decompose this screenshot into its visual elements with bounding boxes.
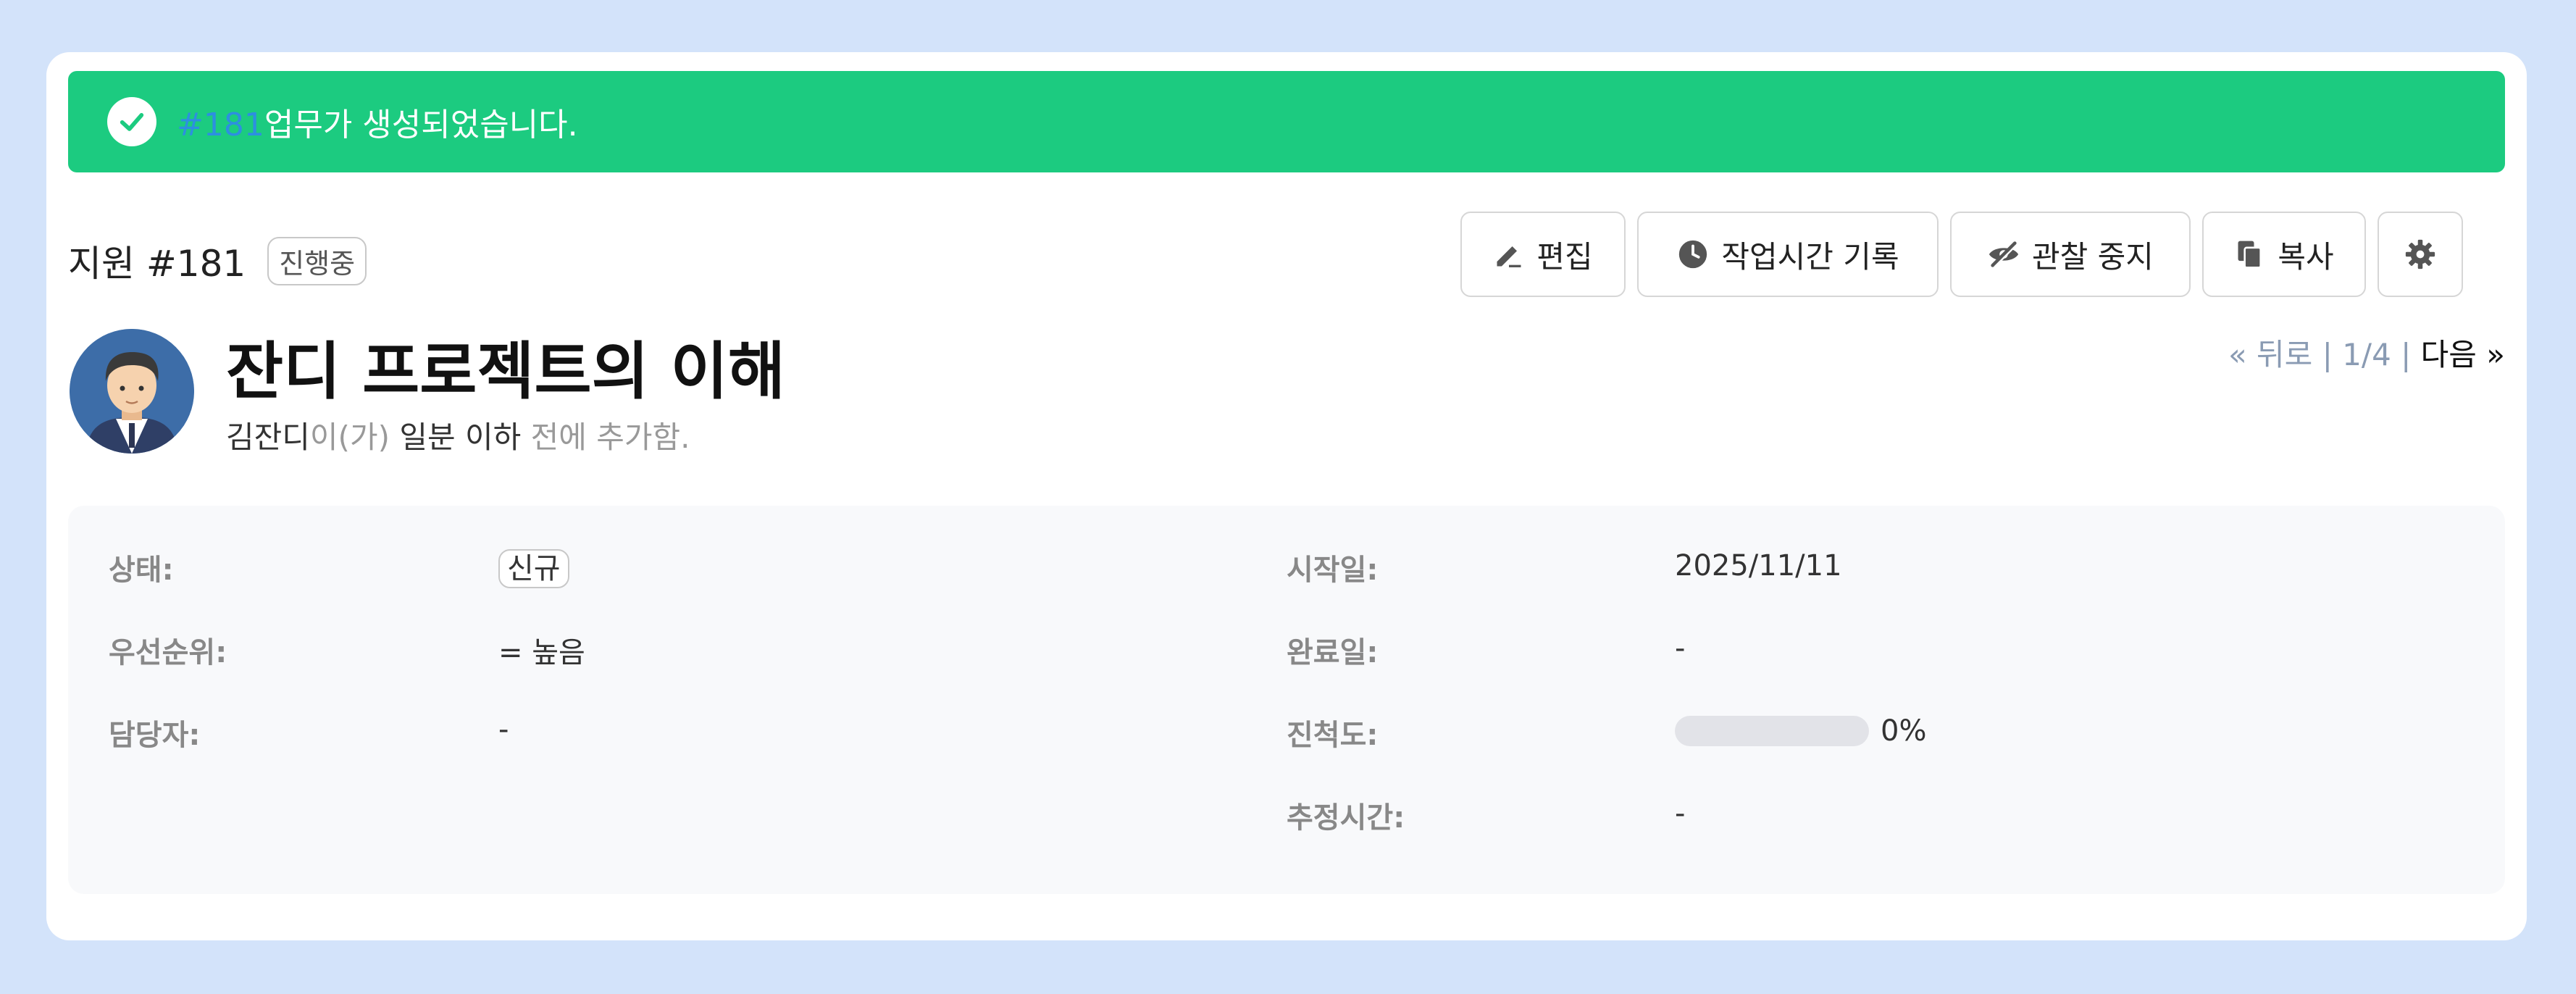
status-value: 신규 <box>498 545 569 588</box>
estimated-time-label: 추정시간: <box>1287 801 1405 835</box>
due-date-value: - <box>1675 632 1686 665</box>
pager-separator: | <box>2322 337 2333 372</box>
start-date-value: 2025/11/11 <box>1675 549 1842 582</box>
assignee-label: 담당자: <box>109 719 201 752</box>
progress-value: 0% <box>1881 714 1927 748</box>
unwatch-button[interactable]: 관찰 중지 <box>1950 212 2191 297</box>
gear-icon <box>2405 239 2435 270</box>
author-line: 김잔디이(가) 일분 이하 전에 추가함. <box>226 413 690 457</box>
estimated-time-value: - <box>1675 797 1686 830</box>
status-badge: 진행중 <box>267 236 367 285</box>
due-date-label: 완료일: <box>1287 636 1379 669</box>
progress-label: 진척도: <box>1287 719 1379 752</box>
priority-label: 우선순위: <box>109 636 227 669</box>
eye-slash-icon <box>1989 241 2019 268</box>
copy-icon <box>2238 241 2262 269</box>
flash-notice: #181업무가 생성되었습니다. <box>68 71 2505 172</box>
assignee-value: - <box>498 713 509 746</box>
priority-value: = 높음 <box>498 636 585 669</box>
pager-separator: | <box>2401 337 2412 372</box>
issue-pager: « 뒤로 | 1/4 | 다음 » <box>2228 330 2505 375</box>
author-name[interactable]: 김잔디 <box>226 419 310 455</box>
edit-button[interactable]: 편집 <box>1460 212 1626 297</box>
start-date-label: 시작일: <box>1287 554 1379 587</box>
issue-heading: 지원 #181 진행중 <box>68 235 367 287</box>
issue-card: #181업무가 생성되었습니다. 지원 #181 진행중 편집 작업시간 기록 … <box>46 52 2527 940</box>
issue-link[interactable]: #181 <box>177 106 264 143</box>
pager-position: 1/4 <box>2342 337 2391 372</box>
issue-subject: 잔디 프로젝트의 이해 <box>226 335 785 408</box>
check-circle-icon <box>107 97 156 146</box>
pencil-icon <box>1497 246 1521 267</box>
clock-icon <box>1679 240 1707 269</box>
settings-button[interactable] <box>2378 212 2463 297</box>
pager-back[interactable]: « 뒤로 <box>2228 337 2312 372</box>
time-ago[interactable]: 일분 이하 <box>399 419 521 455</box>
pager-next[interactable]: 다음 » <box>2421 337 2505 372</box>
status-label: 상태: <box>109 554 174 587</box>
flash-message: #181업무가 생성되었습니다. <box>177 106 578 143</box>
log-time-button[interactable]: 작업시간 기록 <box>1637 212 1939 297</box>
author-suffix: 이(가) <box>309 419 390 455</box>
avatar <box>70 329 194 454</box>
progress-bar <box>1675 716 1869 746</box>
tracker-id: 지원 #181 <box>68 243 246 285</box>
added-suffix: 전에 추가함. <box>530 419 690 455</box>
copy-button[interactable]: 복사 <box>2202 212 2366 297</box>
